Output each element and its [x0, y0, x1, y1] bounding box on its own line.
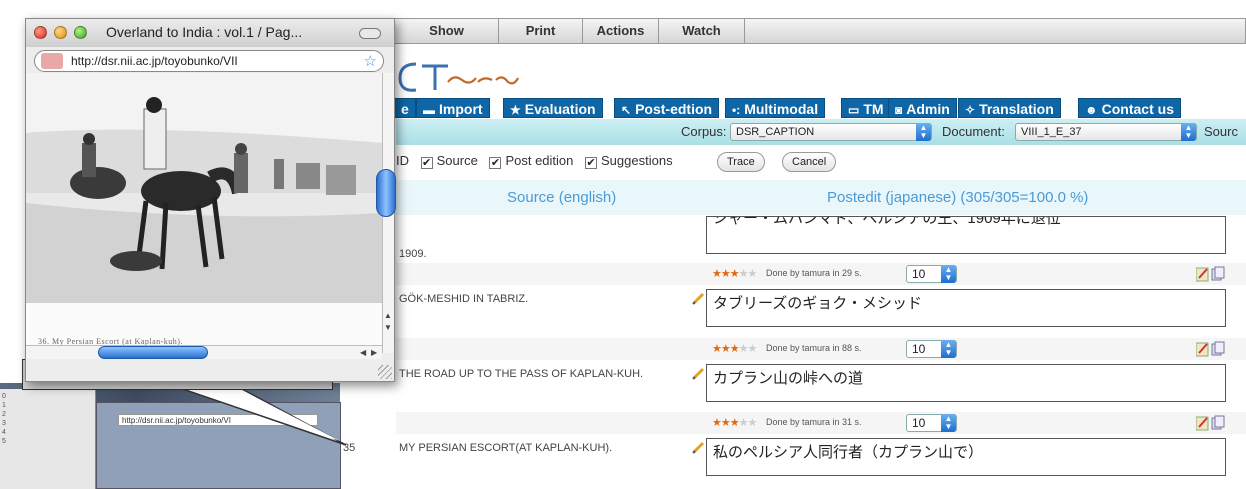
- scroll-left-arrow-icon[interactable]: ◀: [360, 348, 366, 357]
- monitor-icon: ▭: [848, 103, 860, 117]
- close-button[interactable]: [34, 26, 47, 39]
- toolbar-toggle-button[interactable]: [359, 28, 381, 39]
- done-by-text: Done by tamura in 88 s.: [766, 343, 862, 353]
- select-arrows-icon: ▲ ▼: [1181, 123, 1196, 141]
- main-nav: e ▬ Import ★ Evaluation ↖ Post-edtion •: Mul…: [394, 97, 1246, 119]
- pencil-icon[interactable]: [692, 291, 706, 305]
- select-arrows-icon: ▲ ▼: [941, 265, 956, 283]
- document-label: Document:: [942, 124, 1005, 139]
- source-text: THE ROAD UP TO THE PASS OF KAPLAN-KUH.: [399, 368, 644, 380]
- vertical-scroll-thumb[interactable]: [376, 169, 396, 217]
- camera-icon: ◙: [895, 103, 903, 117]
- star-icon: ★: [510, 103, 521, 117]
- bookmark-star-icon[interactable]: ☆: [364, 52, 377, 70]
- display-options: ID ✔ Source ✔ Post edition ✔ Suggestions: [396, 153, 673, 175]
- image-popup-window: Overland to India : vol.1 / Pag... http:…: [25, 18, 396, 382]
- pointer-icon: ↖: [621, 103, 632, 117]
- horizontal-scroll-thumb[interactable]: [98, 346, 208, 359]
- table-header: Source (english) Postedit (japanese) (30…: [396, 180, 1246, 215]
- minimize-button[interactable]: [54, 26, 67, 39]
- window-titlebar: Overland to India : vol.1 / Pag...: [26, 19, 394, 47]
- suggestions-checkbox[interactable]: ✔: [585, 157, 598, 169]
- historical-photo: [26, 73, 382, 353]
- row-action-icons[interactable]: [1195, 415, 1226, 431]
- source-column-header: Source (english): [507, 189, 617, 206]
- document-select[interactable]: VIII_1_E_37 ▲ ▼: [1015, 123, 1197, 141]
- select-arrows-icon: ▲ ▼: [941, 414, 956, 432]
- nav-item-e[interactable]: e: [394, 98, 416, 118]
- rating-stars[interactable]: ★★★★★: [712, 267, 757, 280]
- nav-item-evaluation[interactable]: ★ Evaluation: [503, 98, 603, 118]
- url-text[interactable]: http://dsr.nii.ac.jp/toyobunko/VII: [71, 54, 238, 68]
- corpus-bar: Corpus: DSR_CAPTION ▲ ▼ Document: VIII_1_E…: [396, 119, 1246, 145]
- row-status: ★★★★★ Done by tamura in 88 s. 10 ▲ ▼: [396, 338, 1246, 360]
- source-text: MY PERSIAN ESCORT(AT KAPLAN-KUH).: [399, 442, 613, 454]
- postedit-field[interactable]: タブリーズのギョク・メシッド: [706, 289, 1226, 327]
- rating-stars[interactable]: ★★★★★: [712, 416, 757, 429]
- postedit-field[interactable]: 私のペルシア人同行者（カプラン山で）: [706, 438, 1226, 476]
- scroll-down-arrow-icon[interactable]: ▼: [384, 323, 392, 332]
- row-status: ★★★★★ Done by tamura in 31 s. 10 ▲ ▼: [396, 412, 1246, 434]
- nav-item-tm[interactable]: ▭ TM: [841, 98, 891, 118]
- corpus-label: Corpus:: [681, 124, 727, 139]
- postedit-field[interactable]: シャー・ムハンマド、ペルシアの王、1909年に退位: [706, 216, 1226, 254]
- pencil-icon[interactable]: [692, 366, 706, 380]
- done-by-text: Done by tamura in 29 s.: [766, 268, 862, 278]
- source-checkbox[interactable]: ✔: [420, 157, 433, 169]
- resize-grip-icon[interactable]: [378, 365, 392, 379]
- score-select[interactable]: 10 ▲ ▼: [906, 340, 957, 358]
- trace-button[interactable]: Trace: [717, 152, 765, 172]
- nav-item-contact-us[interactable]: ☻ Contact us: [1078, 98, 1181, 118]
- done-by-text: Done by tamura in 31 s.: [766, 417, 862, 427]
- nav-item-translation[interactable]: ✧ Translation: [958, 98, 1061, 118]
- select-arrows-icon: ▲ ▼: [941, 340, 956, 358]
- app-logo: [398, 62, 519, 92]
- nav-item-multimodal[interactable]: •: Multimodal: [725, 98, 826, 118]
- minus-icon: ▬: [423, 103, 435, 117]
- id-label: ID: [396, 153, 409, 168]
- zoom-button[interactable]: [74, 26, 87, 39]
- address-bar[interactable]: http://dsr.nii.ac.jp/toyobunko/VII ☆: [34, 50, 384, 72]
- translation-icon: ✧: [965, 103, 976, 117]
- post-edition-checkbox[interactable]: ✔: [489, 157, 502, 169]
- menu-print[interactable]: Print: [499, 19, 583, 44]
- postedit-column-header: Postedit (japanese) (305/305=100.0 %): [827, 189, 1089, 206]
- corpus-select[interactable]: DSR_CAPTION ▲ ▼: [730, 123, 932, 141]
- rating-stars[interactable]: ★★★★★: [712, 342, 757, 355]
- nav-item-post-edition[interactable]: ↖ Post-edtion: [614, 98, 720, 118]
- menubar: Show Print Actions Watch: [395, 18, 1246, 44]
- source-checkbox-label: Source: [436, 153, 478, 168]
- source-text: GÖK-MESHID IN TABRIZ.: [399, 293, 529, 305]
- row-status: ★★★★★ Done by tamura in 29 s. 10 ▲ ▼: [396, 263, 1246, 285]
- menu-actions[interactable]: Actions: [583, 19, 659, 44]
- multimodal-icon: •:: [732, 103, 741, 117]
- select-arrows-icon: ▲ ▼: [916, 123, 931, 141]
- menu-show[interactable]: Show: [395, 19, 499, 44]
- pencil-icon[interactable]: [692, 440, 706, 454]
- postedit-field[interactable]: カプラン山の峠への道: [706, 364, 1226, 402]
- source-label: Sourc: [1204, 124, 1238, 139]
- favicon-icon: [41, 53, 63, 69]
- suggestions-checkbox-label: Suggestions: [601, 153, 673, 168]
- nav-item-admin[interactable]: ◙ Admin: [888, 98, 957, 118]
- nav-item-import[interactable]: ▬ Import: [416, 98, 490, 118]
- post-edition-checkbox-label: Post edition: [505, 153, 574, 168]
- row-action-icons[interactable]: [1195, 341, 1226, 357]
- people-icon: ☻: [1085, 103, 1098, 117]
- scroll-right-arrow-icon[interactable]: ▶: [371, 348, 377, 357]
- row-action-icons[interactable]: [1195, 266, 1226, 282]
- score-select[interactable]: 10 ▲ ▼: [906, 265, 957, 283]
- window-title: Overland to India : vol.1 / Pag...: [106, 24, 303, 40]
- score-select[interactable]: 10 ▲ ▼: [906, 414, 957, 432]
- cancel-button[interactable]: Cancel: [782, 152, 837, 172]
- source-text: 1909.: [399, 248, 427, 260]
- menu-watch[interactable]: Watch: [659, 19, 745, 44]
- scroll-up-arrow-icon[interactable]: ▲: [384, 311, 392, 320]
